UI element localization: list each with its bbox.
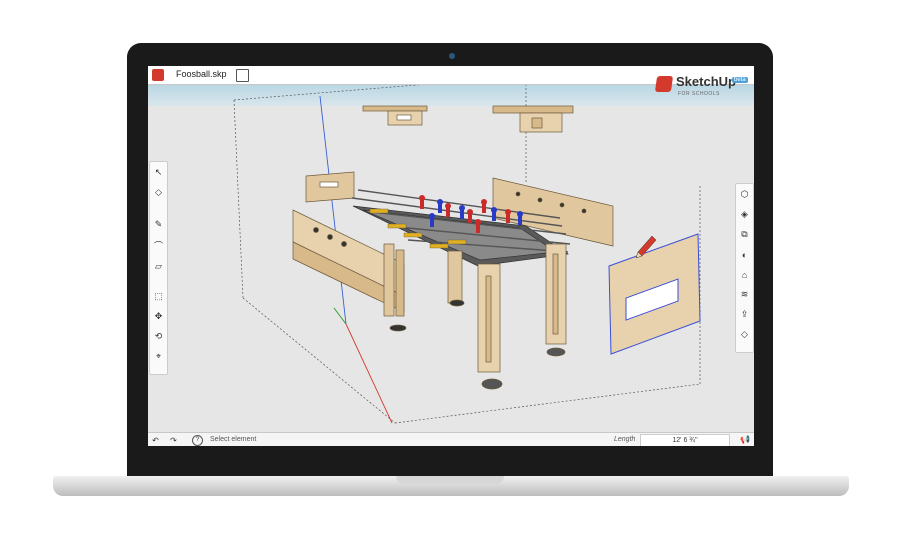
entity-info-icon[interactable]: ⧉ — [738, 228, 751, 241]
red-axis — [345, 323, 393, 424]
redo-icon[interactable]: ↷ — [168, 435, 179, 445]
selected-end-panel — [608, 233, 701, 355]
top-part-left — [362, 105, 428, 126]
3d-viewport[interactable] — [148, 66, 754, 446]
push-pull-icon[interactable]: ⬚ — [152, 290, 165, 303]
file-name: Foosball.skp — [176, 69, 227, 79]
arc-icon[interactable]: ⌒ — [152, 239, 165, 252]
scenes-icon[interactable]: ⌂ — [738, 268, 751, 281]
move-icon[interactable]: ✥ — [152, 310, 165, 323]
status-bar: ↶ ↷ ? Select element Length 12' 6 ¾" 📢 — [148, 432, 754, 446]
blue-axis — [319, 95, 347, 325]
back-left-panel — [305, 171, 355, 203]
export-icon[interactable]: ⇪ — [738, 308, 751, 321]
select-icon[interactable]: ↖ — [152, 166, 165, 179]
eraser-panel-icon[interactable]: ◇ — [738, 328, 751, 341]
left-toolbar: ↖ ◇ ✎ ⌒ ▱ ⬚ ✥ ⟲ ⌖ — [149, 161, 168, 375]
brand-mark-icon — [654, 76, 674, 92]
front-legs — [477, 243, 567, 390]
orbit-icon[interactable]: ⟲ — [152, 330, 165, 343]
sketchup-logo-icon[interactable] — [152, 69, 164, 81]
save-button[interactable] — [236, 69, 249, 82]
eraser-icon[interactable]: ◇ — [152, 186, 165, 199]
length-field[interactable]: 12' 6 ¾" — [640, 434, 730, 446]
brand-badge: beta — [732, 77, 748, 83]
components-icon[interactable]: ⬡ — [738, 188, 751, 201]
brand-name: SketchUp — [676, 74, 736, 89]
styles-icon[interactable]: ◐ — [738, 248, 751, 261]
status-hint: Select element — [210, 436, 257, 443]
webcam — [449, 53, 455, 59]
top-part-right — [492, 105, 574, 133]
brand-subtitle: FOR SCHOOLS — [678, 91, 720, 97]
layers-icon[interactable]: ≋ — [738, 288, 751, 301]
brand-logo: SketchUp beta FOR SCHOOLS — [654, 74, 748, 100]
materials-icon[interactable]: ◈ — [738, 208, 751, 221]
pencil-icon[interactable]: ✎ — [152, 218, 165, 231]
undo-icon[interactable]: ↶ — [150, 435, 161, 445]
rectangle-icon[interactable]: ▱ — [152, 260, 165, 273]
left-legs — [383, 243, 465, 332]
walk-icon[interactable]: ⌖ — [152, 350, 165, 363]
megaphone-icon[interactable]: 📢 — [740, 435, 750, 444]
app-screen: Foosball.skp SketchUp beta FOR SCHOOLS ↖… — [148, 66, 754, 446]
length-label: Length — [614, 436, 636, 443]
help-icon[interactable]: ? — [192, 435, 203, 446]
laptop-notch — [396, 476, 504, 484]
right-toolbar: ⬡ ◈ ⧉ ◐ ⌂ ≋ ⇪ ◇ — [735, 183, 754, 353]
